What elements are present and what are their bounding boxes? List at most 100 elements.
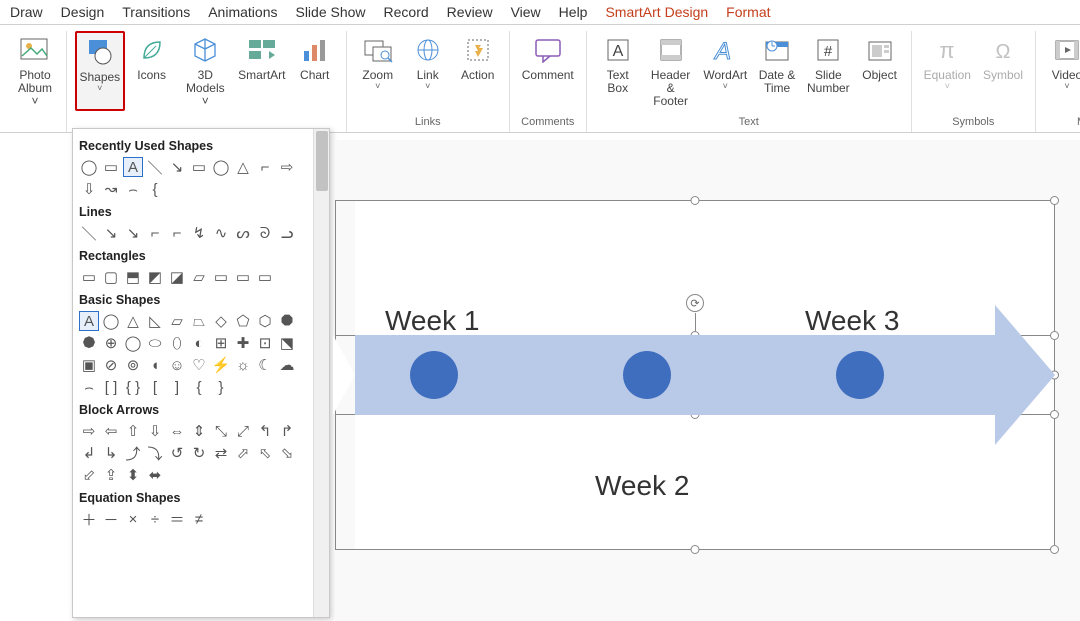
shape-arrow-r[interactable]: ⇨ bbox=[277, 157, 297, 177]
ba-5[interactable]: ⇔ bbox=[167, 421, 187, 441]
ba-16[interactable]: ↻ bbox=[189, 443, 209, 463]
wordart-button[interactable]: A WordArt˅ bbox=[700, 31, 750, 111]
basic-26[interactable]: ☺ bbox=[167, 355, 187, 375]
zoom-button[interactable]: Zoom˅ bbox=[355, 31, 401, 94]
ba-1[interactable]: ⇨ bbox=[79, 421, 99, 441]
timeline-arrow-head[interactable] bbox=[995, 305, 1055, 445]
ba-19[interactable]: ⬁ bbox=[255, 443, 275, 463]
menu-review[interactable]: Review bbox=[447, 4, 493, 20]
basic-23[interactable]: ⊘ bbox=[101, 355, 121, 375]
basic-para[interactable]: ▱ bbox=[167, 311, 187, 331]
shape-line[interactable]: ＼ bbox=[145, 157, 165, 177]
ba-23[interactable]: ⬍ bbox=[123, 465, 143, 485]
rect-6[interactable]: ▱ bbox=[189, 267, 209, 287]
rect-5[interactable]: ◪ bbox=[167, 267, 187, 287]
slidenumber-button[interactable]: # SlideNumber bbox=[804, 31, 853, 111]
ba-15[interactable]: ↺ bbox=[167, 443, 187, 463]
basic-38[interactable]: } bbox=[211, 377, 231, 397]
photo-album-button[interactable]: Photo Album ˅ bbox=[12, 31, 58, 111]
basic-28[interactable]: ⚡ bbox=[211, 355, 231, 375]
menu-help[interactable]: Help bbox=[559, 4, 588, 20]
basic-14[interactable]: ⬭ bbox=[145, 333, 165, 353]
shape-arrow-d[interactable]: ⇩ bbox=[79, 179, 99, 199]
basic-17[interactable]: ⊞ bbox=[211, 333, 231, 353]
basic-textbox[interactable]: A bbox=[79, 311, 99, 331]
rect-1[interactable]: ▭ bbox=[79, 267, 99, 287]
menu-draw[interactable]: Draw bbox=[10, 4, 43, 20]
ba-2[interactable]: ⇦ bbox=[101, 421, 121, 441]
ba-11[interactable]: ↲ bbox=[79, 443, 99, 463]
ba-6[interactable]: ⇕ bbox=[189, 421, 209, 441]
basic-13[interactable]: ◯ bbox=[123, 333, 143, 353]
ba-22[interactable]: ⇪ bbox=[101, 465, 121, 485]
ba-13[interactable]: ⤴ bbox=[123, 443, 143, 463]
shape-textbox[interactable]: A bbox=[123, 157, 143, 177]
line-9[interactable]: ᘐ bbox=[255, 223, 275, 243]
line-3[interactable]: ↘ bbox=[123, 223, 143, 243]
basic-19[interactable]: ⊡ bbox=[255, 333, 275, 353]
shape-oval[interactable]: ◯ bbox=[79, 157, 99, 177]
line-8[interactable]: ᔕ bbox=[233, 223, 253, 243]
video-button[interactable]: Video˅ bbox=[1044, 31, 1080, 94]
rect-2[interactable]: ▢ bbox=[101, 267, 121, 287]
header-footer-button[interactable]: Header& Footer bbox=[645, 31, 697, 111]
timeline-dot-2[interactable] bbox=[623, 351, 671, 399]
link-button[interactable]: Link˅ bbox=[405, 31, 451, 94]
ba-20[interactable]: ⬂ bbox=[277, 443, 297, 463]
rect-4[interactable]: ◩ bbox=[145, 267, 165, 287]
basic-15[interactable]: ⬯ bbox=[167, 333, 187, 353]
timeline-dot-3[interactable] bbox=[836, 351, 884, 399]
basic-pent[interactable]: ⬠ bbox=[233, 311, 253, 331]
ba-7[interactable]: ⤡ bbox=[211, 421, 231, 441]
basic-37[interactable]: { bbox=[189, 377, 209, 397]
ba-3[interactable]: ⇧ bbox=[123, 421, 143, 441]
handle-n[interactable] bbox=[691, 196, 700, 205]
handle-se[interactable] bbox=[1050, 545, 1059, 554]
ba-10[interactable]: ↱ bbox=[277, 421, 297, 441]
chart-button[interactable]: Chart bbox=[292, 31, 338, 111]
menu-format[interactable]: Format bbox=[726, 4, 770, 20]
label-week1[interactable]: Week 1 bbox=[385, 305, 479, 337]
timeline-dot-1[interactable] bbox=[410, 351, 458, 399]
smartart-button[interactable]: SmartArt bbox=[236, 31, 288, 111]
rect-3[interactable]: ⬒ bbox=[123, 267, 143, 287]
shape-elbow[interactable]: ⌐ bbox=[255, 157, 275, 177]
shapes-button[interactable]: Shapes ˅ bbox=[75, 31, 125, 111]
rotation-handle[interactable]: ⟳ bbox=[686, 294, 704, 312]
shape-rect2[interactable]: ▭ bbox=[189, 157, 209, 177]
comment-button[interactable]: Comment bbox=[518, 31, 578, 84]
datetime-button[interactable]: Date &Time bbox=[754, 31, 800, 111]
shape-oval2[interactable]: ◯ bbox=[211, 157, 231, 177]
eq-neq[interactable]: ≠ bbox=[189, 509, 209, 529]
basic-25[interactable]: ◖ bbox=[145, 355, 165, 375]
textbox-button[interactable]: A TextBox bbox=[595, 31, 641, 111]
ba-9[interactable]: ↰ bbox=[255, 421, 275, 441]
object-button[interactable]: Object bbox=[857, 31, 903, 111]
3d-models-button[interactable]: 3D Models ˅ bbox=[179, 31, 232, 111]
ba-8[interactable]: ⤢ bbox=[233, 421, 253, 441]
shape-tri[interactable]: △ bbox=[233, 157, 253, 177]
menu-record[interactable]: Record bbox=[384, 4, 429, 20]
basic-20[interactable]: ⬔ bbox=[277, 333, 297, 353]
basic-tri[interactable]: △ bbox=[123, 311, 143, 331]
eq-minus[interactable]: － bbox=[101, 509, 121, 529]
label-week3[interactable]: Week 3 bbox=[805, 305, 899, 337]
basic-29[interactable]: ☼ bbox=[233, 355, 253, 375]
basic-hex[interactable]: ⬡ bbox=[255, 311, 275, 331]
ba-18[interactable]: ⬀ bbox=[233, 443, 253, 463]
menu-animations[interactable]: Animations bbox=[208, 4, 277, 20]
basic-24[interactable]: ⊚ bbox=[123, 355, 143, 375]
ba-21[interactable]: ⬃ bbox=[79, 465, 99, 485]
basic-35[interactable]: [ bbox=[145, 377, 165, 397]
line-6[interactable]: ↯ bbox=[189, 223, 209, 243]
line-2[interactable]: ↘ bbox=[101, 223, 121, 243]
dropdown-scrollbar[interactable] bbox=[313, 129, 329, 617]
handle-ne[interactable] bbox=[1050, 196, 1059, 205]
basic-36[interactable]: ] bbox=[167, 377, 187, 397]
basic-oval[interactable]: ◯ bbox=[101, 311, 121, 331]
ba-12[interactable]: ↳ bbox=[101, 443, 121, 463]
eq-div[interactable]: ÷ bbox=[145, 509, 165, 529]
eq-plus[interactable]: ＋ bbox=[79, 509, 99, 529]
line-4[interactable]: ⌐ bbox=[145, 223, 165, 243]
eq-eq[interactable]: ＝ bbox=[167, 509, 187, 529]
